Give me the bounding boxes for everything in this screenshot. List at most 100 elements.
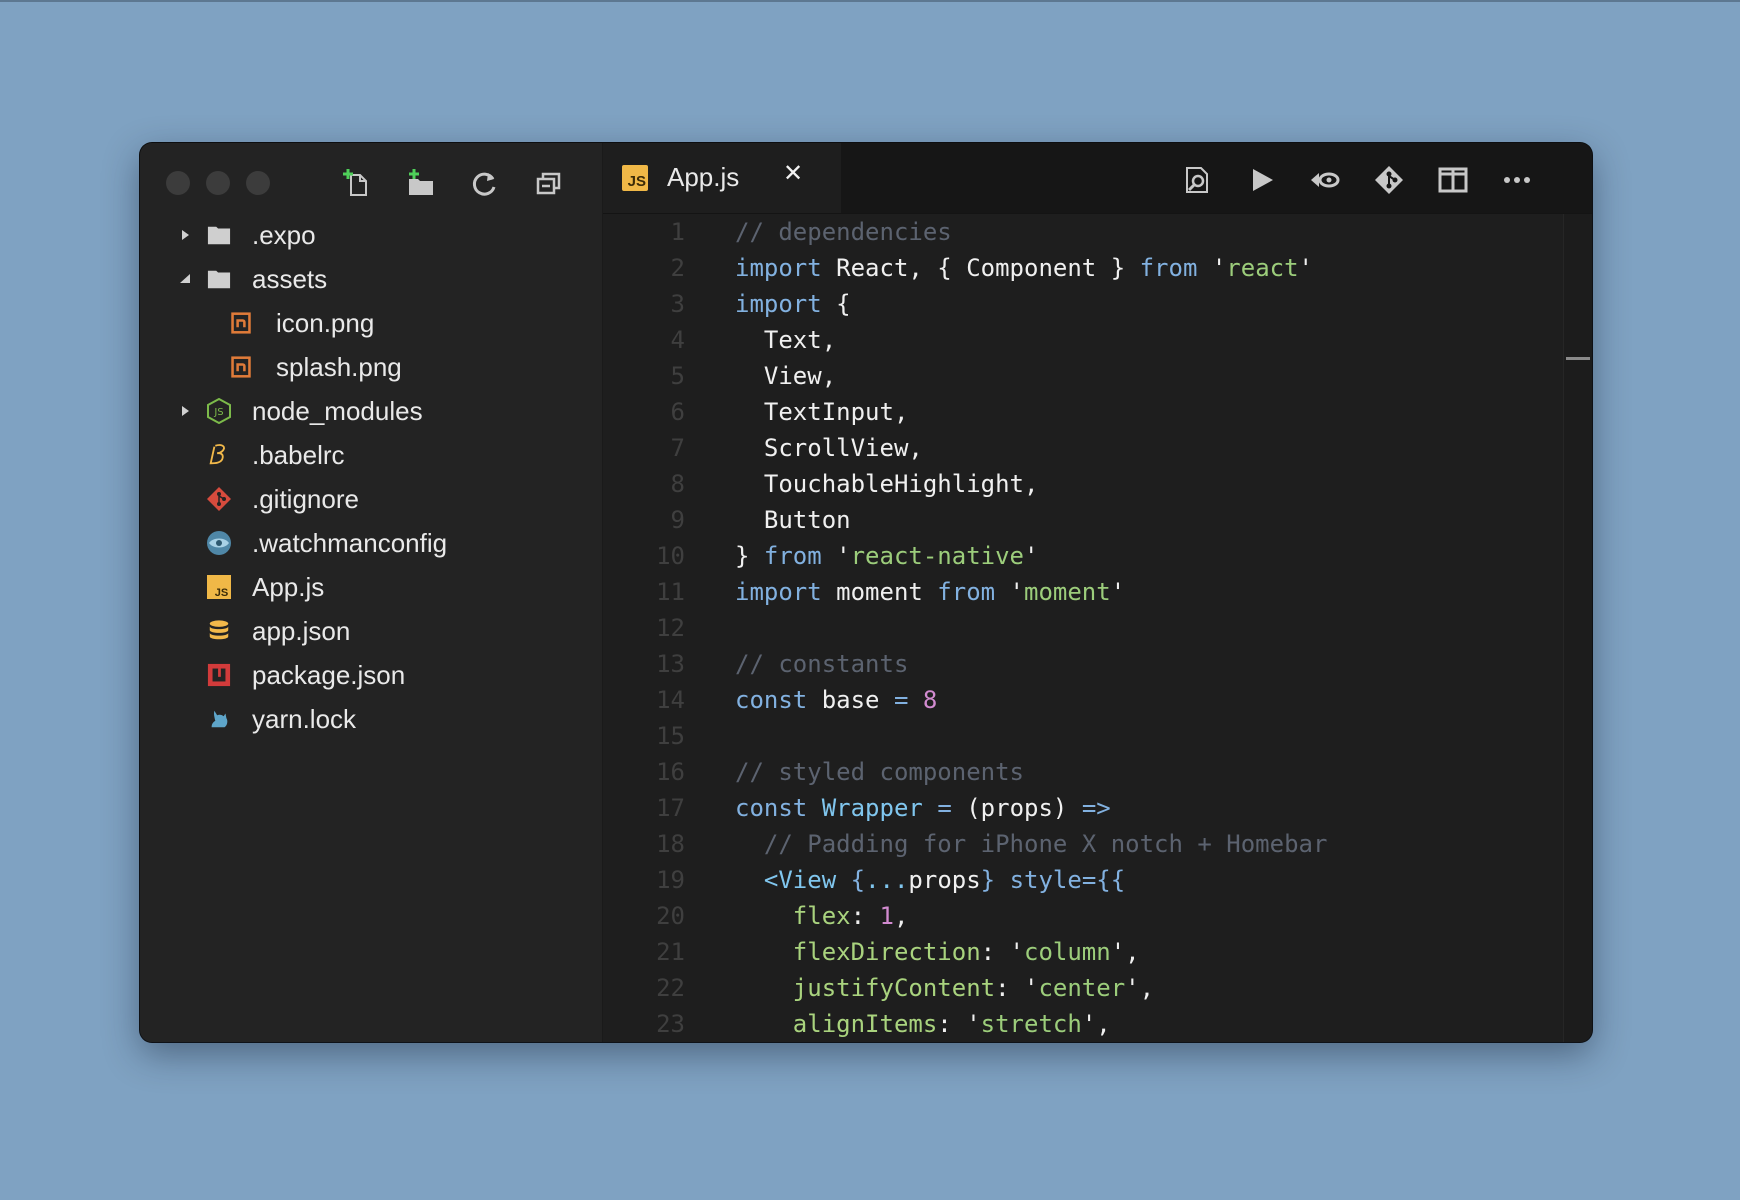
code-line[interactable]: 21 flexDirection: 'column',	[603, 934, 1564, 970]
new-folder-icon[interactable]	[401, 163, 441, 203]
code-line[interactable]: 10} from 'react-native'	[603, 538, 1564, 574]
split-view-icon[interactable]	[1433, 160, 1473, 200]
code-token: (props)	[951, 794, 1082, 822]
tab-app-js[interactable]: JS App.js ✕	[603, 143, 841, 213]
code-token: 8	[922, 686, 938, 714]
code-token: import	[735, 254, 822, 282]
code-token: style={{	[1009, 866, 1126, 894]
vertical-scrollbar[interactable]	[1563, 214, 1592, 1042]
code-line[interactable]: 16 // styled components	[603, 754, 1564, 790]
code-text: // styled components	[735, 754, 1024, 790]
code-token: View,	[735, 362, 837, 390]
line-number: 19	[656, 866, 685, 894]
tree-item-yarn-lock[interactable]: yarn.lock	[140, 697, 602, 741]
code-token: props	[908, 866, 981, 894]
code-line[interactable]: 20 flex: 1,	[603, 898, 1564, 934]
code-token: ',	[1081, 1010, 1111, 1038]
tree-item-assets[interactable]: assets	[140, 257, 602, 301]
code-token: {	[821, 290, 851, 318]
code-token: base	[807, 686, 894, 714]
code-line[interactable]: 3 import {	[603, 286, 1564, 322]
code-line[interactable]: 9 Button	[603, 502, 1564, 538]
code-line[interactable]: 13 // constants	[603, 646, 1564, 682]
watchman-icon	[206, 530, 232, 556]
close-icon[interactable]: ✕	[783, 159, 803, 187]
chevron-down-icon[interactable]	[179, 273, 191, 285]
tree-item-expo[interactable]: .expo	[140, 213, 602, 257]
scrollbar-marker[interactable]	[1566, 357, 1590, 360]
code-line[interactable]: 18 // Padding for iPhone X notch + Homeb…	[603, 826, 1564, 862]
run-icon[interactable]	[1241, 160, 1281, 200]
svg-text:JS: JS	[215, 587, 229, 599]
tree-item-babelrc[interactable]: .babelrc	[140, 433, 602, 477]
code-token: stretch	[980, 1010, 1082, 1038]
tree-item-splash-png[interactable]: splash.png	[140, 345, 602, 389]
file-explorer-sidebar: .expo assets icon.png splash.png JS node…	[140, 143, 603, 1042]
tree-item-icon-png[interactable]: icon.png	[140, 301, 602, 345]
code-line[interactable]: 14 const base = 8	[603, 682, 1564, 718]
refresh-icon[interactable]	[465, 163, 505, 203]
code-token: =	[893, 686, 909, 714]
code-line[interactable]: 12	[603, 610, 1564, 646]
line-number: 13	[656, 650, 685, 678]
window-zoom-button[interactable]	[246, 171, 270, 195]
tree-item-label: icon.png	[276, 307, 375, 338]
tree-item-watchmanconfig[interactable]: .watchmanconfig	[140, 521, 602, 565]
code-token: Button	[735, 506, 851, 534]
code-line[interactable]: 7 ScrollView,	[603, 430, 1564, 466]
code-token: 1	[879, 902, 894, 930]
code-line[interactable]: 8 TouchableHighlight,	[603, 466, 1564, 502]
line-number: 20	[656, 902, 685, 930]
new-file-icon[interactable]	[337, 163, 377, 203]
more-icon[interactable]	[1497, 160, 1537, 200]
code-line[interactable]: 15	[603, 718, 1564, 754]
tree-item-label: package.json	[252, 659, 406, 690]
chevron-right-icon[interactable]	[179, 229, 191, 241]
code-line[interactable]: 6 TextInput,	[603, 394, 1564, 430]
code-token: React, { Component }	[821, 254, 1140, 282]
code-text: TextInput,	[735, 394, 909, 430]
line-number: 12	[656, 614, 685, 642]
code-line[interactable]: 5 View,	[603, 358, 1564, 394]
code-text: alignItems: 'stretch',	[735, 1006, 1111, 1042]
tree-item-package-json[interactable]: package.json	[140, 653, 602, 697]
code-line[interactable]: 23 alignItems: 'stretch',	[603, 1006, 1564, 1042]
line-number: 10	[656, 542, 685, 570]
js-icon: JS	[622, 165, 648, 191]
line-number: 17	[656, 794, 685, 822]
code-line[interactable]: 4 Text,	[603, 322, 1564, 358]
code-area[interactable]: 1 // dependencies 2 import React, { Compone…	[603, 214, 1564, 1042]
git-icon[interactable]	[1369, 160, 1409, 200]
code-line[interactable]: 22 justifyContent: 'center',	[603, 970, 1564, 1006]
debug-icon[interactable]	[1305, 160, 1345, 200]
tree-item-label: splash.png	[276, 351, 402, 382]
tree-item-app-js[interactable]: JS App.js	[140, 565, 602, 609]
window-minimize-button[interactable]	[206, 171, 230, 195]
image-file-icon	[228, 310, 254, 336]
code-token: '	[1110, 578, 1126, 606]
code-token: import	[735, 578, 822, 606]
code-text: // constants	[735, 646, 908, 682]
folder-icon	[206, 222, 232, 248]
collapse-all-icon[interactable]	[529, 163, 569, 203]
folder-icon	[206, 266, 232, 292]
chevron-right-icon[interactable]	[179, 405, 191, 417]
code-line[interactable]: 2 import React, { Component } from 'react…	[603, 250, 1564, 286]
code-text: import React, { Component } from 'react'	[735, 250, 1313, 286]
code-line[interactable]: 19 <View {...props} style={{	[603, 862, 1564, 898]
code-token: from	[763, 542, 822, 570]
code-line[interactable]: 17 const Wrapper = (props) =>	[603, 790, 1564, 826]
line-number: 7	[670, 434, 685, 462]
code-line[interactable]: 11 import moment from 'moment'	[603, 574, 1564, 610]
code-token: Text,	[735, 326, 837, 354]
window-close-button[interactable]	[166, 171, 190, 195]
find-in-file-icon[interactable]	[1177, 160, 1217, 200]
code-line[interactable]: 1 // dependencies	[603, 214, 1564, 250]
tree-item-label: .gitignore	[252, 483, 359, 514]
tree-item-node-modules[interactable]: JS node_modules	[140, 389, 602, 433]
tree-item-gitignore[interactable]: .gitignore	[140, 477, 602, 521]
tree-item-app-json[interactable]: app.json	[140, 609, 602, 653]
